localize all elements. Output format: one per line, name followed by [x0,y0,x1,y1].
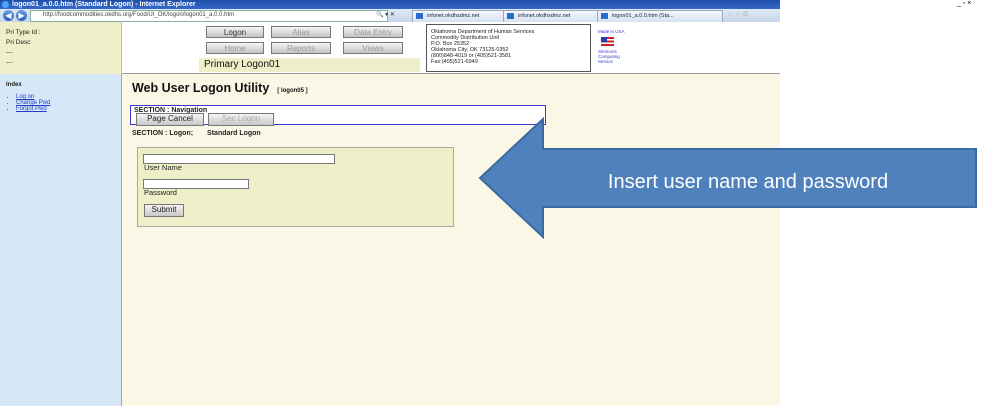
username-label: User Name [144,163,182,172]
window-title-bar: logon01_a.0.0.htm (Standard Logon) - Int… [0,0,780,9]
sidebar-index-label: Index [6,82,22,88]
submit-button[interactable]: Submit [144,204,184,217]
page-code: [ logon05 ] [277,88,308,94]
home-favorites-icons[interactable]: ⌂ ☆ ⚙ [728,10,778,21]
logon-section-title: SECTION : Logon; [132,130,194,137]
password-label: Password [144,188,177,197]
logon-button[interactable]: Logon [206,26,264,38]
back-icon[interactable]: ◀ [3,10,14,21]
forward-icon[interactable]: ▶ [16,10,27,21]
views-button[interactable]: Views [343,42,403,54]
sidebar: Index Log on Change Pwd Forgot Pwd [0,74,122,406]
us-flag-icon [601,37,614,46]
address-controls[interactable]: 🔍 ▾ ✕ [376,10,406,20]
pri-type-label: Pri Type Id : [6,29,41,36]
dash-1: --- [6,49,13,56]
pri-desc-label: Pri Desc [6,39,31,46]
callout-text: Insert user name and password [607,171,889,193]
utility-title-text: Web User Logon Utility [132,81,270,95]
sec-logon-button[interactable]: Sec Logon [208,113,274,126]
data-entry-button[interactable]: Data Entry [343,26,403,38]
agency-address-box: Oklahoma Department of Human Services Co… [426,24,591,72]
page-title: Primary Logon01 [199,58,420,72]
alias-button[interactable]: Alias [271,26,331,38]
address-line: Fax:(405)521-6949 [431,59,478,65]
made-in-usa-badge: Made in USA Simmons Computing Service [598,29,658,69]
header-info-panel: Pri Type Id : Pri Desc --- --- [0,22,122,74]
address-bar[interactable]: http://foodcommodities.okdhs.org/Food/UI… [30,10,388,22]
made-in-usa-label: Made in USA [598,29,625,34]
utility-title: Web User Logon Utility [ logon05 ] [132,80,392,96]
sidebar-item-forgot-pwd[interactable]: Forgot Pwd [16,106,121,112]
tab-icon [507,13,514,19]
logon-section-label: SECTION : Logon; Standard Logon [132,130,432,140]
ie-logo-icon [2,1,9,8]
vendor-line: Service [598,59,614,64]
window-controls[interactable]: _ ▫ × [957,0,981,9]
window-title: logon01_a.0.0.htm (Standard Logon) - Int… [12,1,196,8]
logon-section-subtitle: Standard Logon [207,130,261,137]
tab-icon [416,13,423,19]
navigation-bar: ◀ ▶ http://foodcommodities.okdhs.org/Foo… [0,9,780,23]
reports-button[interactable]: Reports [271,42,331,54]
home-button[interactable]: Home [206,42,264,54]
tab-icon [601,13,608,19]
logon-form: User Name Password Submit [137,147,454,227]
dash-2: --- [6,59,13,66]
page-cancel-button[interactable]: Page Cancel [136,113,204,126]
